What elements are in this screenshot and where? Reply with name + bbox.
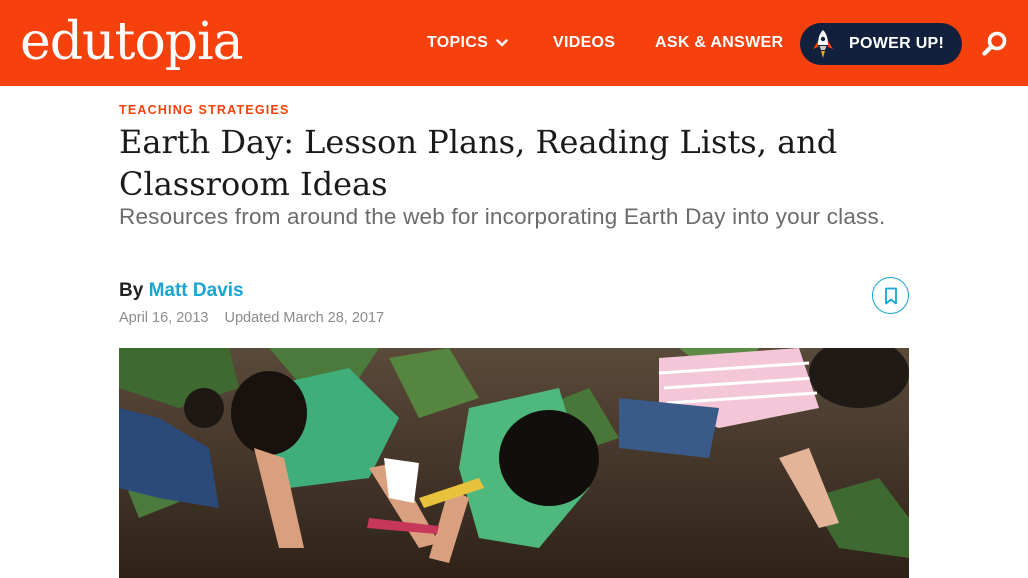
nav-topics[interactable]: TOPICS bbox=[427, 0, 508, 86]
hero-image bbox=[119, 348, 909, 578]
nav-ask-answer[interactable]: ASK & ANSWER bbox=[655, 0, 783, 86]
nav-videos-label[interactable]: VIDEOS bbox=[553, 34, 615, 52]
article-title: Earth Day: Lesson Plans, Reading Lists, … bbox=[119, 123, 838, 203]
nav-videos[interactable]: VIDEOS bbox=[553, 0, 615, 86]
search-icon[interactable] bbox=[981, 30, 1009, 58]
power-up-label[interactable]: POWER UP! bbox=[849, 35, 944, 53]
bookmark-button[interactable] bbox=[872, 277, 909, 314]
nav-ask-answer-label[interactable]: ASK & ANSWER bbox=[655, 34, 783, 52]
article-subtitle: Resources from around the web for incorp… bbox=[119, 204, 886, 229]
edutopia-logo[interactable]: edutopia bbox=[20, 10, 244, 74]
nav-topics-label[interactable]: TOPICS bbox=[427, 34, 488, 52]
article-dates: April 16, 2013 Updated March 28, 2017 bbox=[119, 310, 384, 326]
byline: By Matt Davis bbox=[119, 280, 244, 302]
byline-label: By bbox=[119, 280, 144, 301]
children-digging-photo bbox=[119, 348, 909, 578]
chevron-down-icon[interactable] bbox=[496, 37, 508, 49]
bookmark-icon bbox=[884, 287, 897, 304]
author-link[interactable]: Matt Davis bbox=[149, 280, 244, 301]
updated-date: Updated March 28, 2017 bbox=[224, 310, 385, 326]
site-header: edutopia TOPICS VIDEOS ASK & ANSWER POWE… bbox=[0, 0, 1028, 86]
published-date: April 16, 2013 bbox=[119, 310, 209, 326]
power-up-button[interactable]: POWER UP! bbox=[800, 23, 962, 65]
rocket-icon bbox=[813, 30, 833, 58]
article-category[interactable]: TEACHING STRATEGIES bbox=[119, 103, 290, 117]
